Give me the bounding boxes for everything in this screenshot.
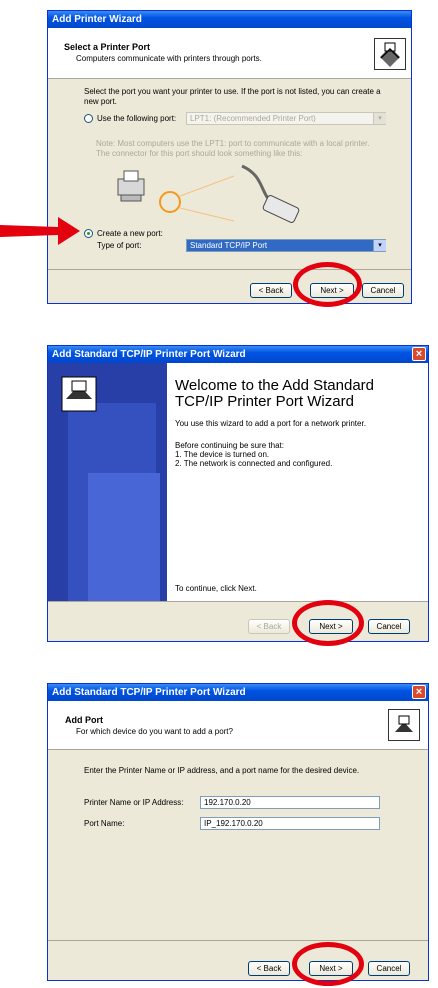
- sidebar-graphic: [61, 376, 160, 601]
- close-icon[interactable]: ×: [412, 347, 426, 361]
- wizard-header: Select a Printer Port Computers communic…: [48, 28, 411, 79]
- welcome-description: You use this wizard to add a port for a …: [175, 419, 366, 428]
- window-title: Add Printer Wizard: [52, 14, 142, 25]
- note-text-line2: The connector for this port should look …: [96, 149, 303, 158]
- header-subtitle: For which device do you want to add a po…: [76, 727, 233, 736]
- use-following-port-label[interactable]: Use the following port:: [97, 114, 176, 123]
- printer-icon: [61, 376, 97, 412]
- dropdown-arrow-icon[interactable]: ▾: [373, 240, 386, 251]
- ip-address-label: Printer Name or IP Address:: [84, 798, 184, 807]
- checklist-item-2: 2. The network is connected and configur…: [175, 459, 333, 468]
- footer-divider: [48, 601, 428, 602]
- tcpip-add-port-window: Add Standard TCP/IP Printer Port Wizard …: [47, 683, 429, 981]
- next-button-highlight-circle: [293, 262, 362, 307]
- instruction-text: Enter the Printer Name or IP address, an…: [84, 766, 360, 775]
- title-bar: Add Standard TCP/IP Printer Port Wizard …: [48, 684, 428, 701]
- note-text-line1: Note: Most computers use the LPT1: port …: [96, 139, 370, 148]
- cancel-button[interactable]: Cancel: [368, 619, 410, 634]
- add-printer-wizard-window: Add Printer Wizard Select a Printer Port…: [47, 10, 412, 304]
- parallel-cable-icon: [241, 164, 300, 223]
- wizard-sidebar: [48, 363, 167, 601]
- printer-port-illustration: [117, 164, 300, 223]
- create-new-port-label[interactable]: Create a new port:: [97, 229, 163, 238]
- next-button-highlight-circle: [292, 600, 364, 646]
- port-highlight-icon: [159, 191, 181, 213]
- type-of-port-value: Standard TCP/IP Port: [190, 241, 268, 250]
- printer-icon: [388, 709, 420, 741]
- footer-divider: [48, 940, 428, 941]
- tcpip-welcome-window: Add Standard TCP/IP Printer Port Wizard …: [47, 345, 429, 642]
- back-button[interactable]: < Back: [248, 619, 290, 634]
- intro-text-line1: Select the port you want your printer to…: [84, 87, 381, 96]
- title-bar: Add Printer Wizard: [48, 11, 411, 28]
- ip-address-value: 192.170.0.20: [204, 798, 251, 807]
- back-button[interactable]: < Back: [248, 961, 290, 976]
- title-bar: Add Standard TCP/IP Printer Port Wizard …: [48, 346, 428, 363]
- window-title: Add Standard TCP/IP Printer Port Wizard: [52, 687, 246, 698]
- red-arrow-icon: [0, 217, 80, 245]
- close-icon[interactable]: ×: [412, 685, 426, 699]
- cancel-button[interactable]: Cancel: [362, 283, 404, 298]
- checklist-item-1: 1. The device is turned on.: [175, 450, 270, 459]
- use-following-port-radio[interactable]: [84, 114, 93, 123]
- continue-text: To continue, click Next.: [175, 584, 257, 593]
- printer-icon: [117, 170, 145, 202]
- ip-address-input[interactable]: 192.170.0.20: [200, 796, 380, 809]
- welcome-heading-line2: TCP/IP Printer Port Wizard: [175, 393, 354, 410]
- create-new-port-radio[interactable]: [84, 229, 93, 238]
- welcome-content: Welcome to the Add Standard TCP/IP Print…: [167, 363, 428, 601]
- back-button[interactable]: < Back: [250, 283, 292, 298]
- header-title: Add Port: [65, 715, 103, 725]
- dropdown-arrow-icon[interactable]: ▾: [373, 113, 386, 124]
- footer-divider: [48, 269, 411, 270]
- cancel-button[interactable]: Cancel: [368, 961, 410, 976]
- port-select[interactable]: LPT1: (Recommended Printer Port): [186, 112, 386, 125]
- intro-text-line2: new port.: [84, 97, 117, 106]
- welcome-heading-line1: Welcome to the Add Standard: [175, 377, 375, 394]
- port-select-value: LPT1: (Recommended Printer Port): [190, 114, 316, 123]
- printer-icon: [374, 38, 406, 70]
- type-of-port-select[interactable]: Standard TCP/IP Port: [186, 239, 386, 252]
- port-name-value: IP_192.170.0.20: [204, 819, 263, 828]
- type-of-port-label: Type of port:: [97, 241, 142, 250]
- next-button-highlight-circle: [292, 942, 364, 986]
- header-title: Select a Printer Port: [64, 42, 151, 52]
- header-subtitle: Computers communicate with printers thro…: [76, 54, 262, 63]
- port-name-label: Port Name:: [84, 819, 125, 828]
- window-title: Add Standard TCP/IP Printer Port Wizard: [52, 349, 246, 360]
- wizard-header: Add Port For which device do you want to…: [48, 701, 428, 750]
- port-name-input[interactable]: IP_192.170.0.20: [200, 817, 380, 830]
- before-continuing-text: Before continuing be sure that:: [175, 441, 284, 450]
